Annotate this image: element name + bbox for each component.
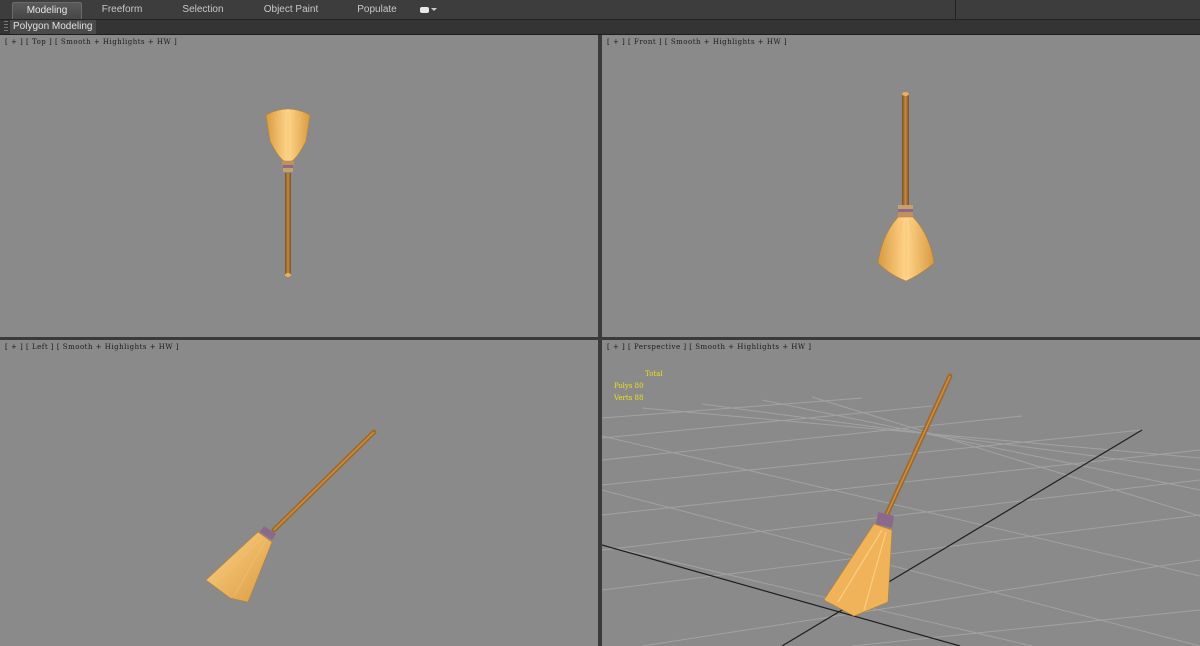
tab-populate[interactable]: Populate xyxy=(345,2,409,18)
perspective-grid-and-broom xyxy=(602,373,1200,646)
viewport-front[interactable]: [ + ] [ Front ] [ Smooth + Highlights + … xyxy=(602,35,1200,337)
tab-freeform[interactable]: Freeform xyxy=(88,2,156,18)
home-grid xyxy=(602,396,1200,646)
panel-icon xyxy=(420,6,429,13)
stats-polys-label: Polys xyxy=(614,382,633,390)
broom-front-view xyxy=(877,92,935,282)
tab-object-paint[interactable]: Object Paint xyxy=(255,2,327,18)
tab-modeling[interactable]: Modeling xyxy=(12,2,82,19)
scene-statistics: Total Polys 80 Verts 88 xyxy=(614,368,663,404)
viewport-perspective[interactable]: [ + ] [ Perspective ] [ Smooth + Highlig… xyxy=(602,340,1200,646)
stats-verts-row: Verts 88 xyxy=(614,392,663,404)
stats-header: Total xyxy=(645,370,663,378)
tab-selection[interactable]: Selection xyxy=(170,2,236,18)
ribbon-divider xyxy=(955,0,956,19)
broom-left-view xyxy=(205,429,377,603)
stats-verts-value: 88 xyxy=(634,394,644,402)
polygon-modeling-panel-title[interactable]: Polygon Modeling xyxy=(10,20,96,34)
panel-grip-handle[interactable] xyxy=(4,21,8,33)
chevron-down-icon xyxy=(431,8,437,11)
ribbon-options-dropdown[interactable] xyxy=(420,4,440,15)
ribbon-tab-bar: Modeling Freeform Selection Object Paint… xyxy=(0,0,1200,20)
viewport-top[interactable]: [ + ] [ Top ] [ Smooth + Highlights + HW… xyxy=(0,35,598,337)
broom-top-view xyxy=(265,108,311,277)
ribbon-panel-bar: Polygon Modeling xyxy=(0,20,1200,35)
stats-verts-label: Verts xyxy=(614,394,633,402)
stats-polys-row: Polys 80 xyxy=(614,380,663,392)
viewport-left[interactable]: [ + ] [ Left ] [ Smooth + Highlights + H… xyxy=(0,340,598,646)
stats-polys-value: 80 xyxy=(634,382,644,390)
viewport-layout: [ + ] [ Top ] [ Smooth + Highlights + HW… xyxy=(0,35,1200,646)
